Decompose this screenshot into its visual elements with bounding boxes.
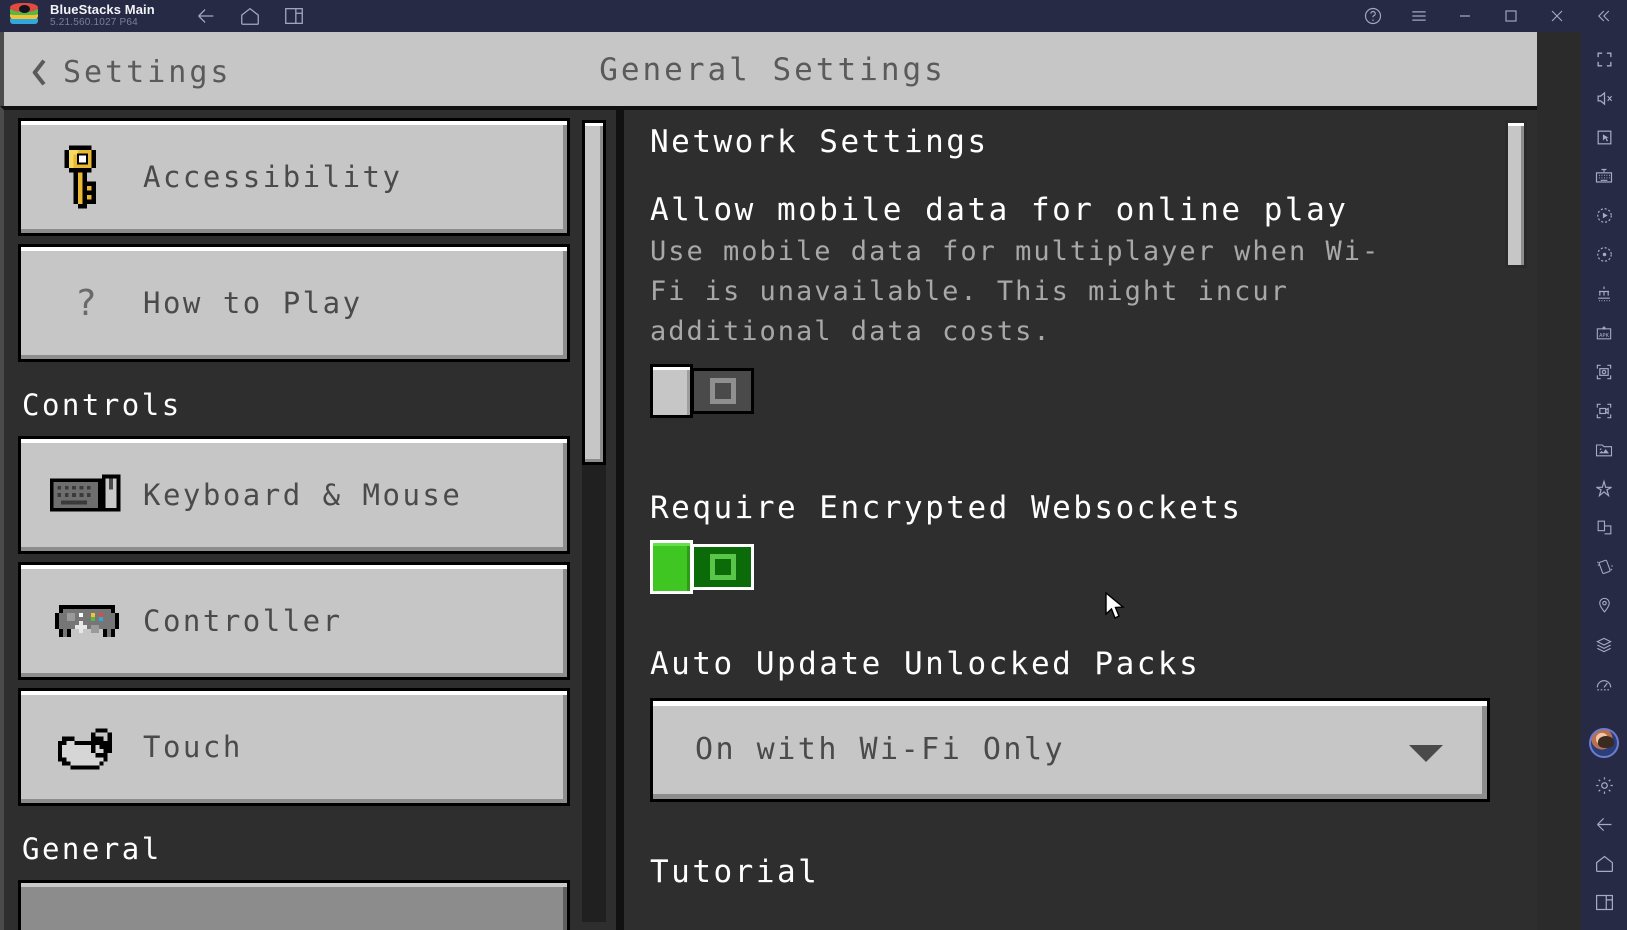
sidebar-scrollbar-thumb[interactable] [582,120,606,465]
page-title: General Settings [599,52,946,88]
eco-mode-icon[interactable] [1581,469,1627,508]
home-icon[interactable] [1581,844,1627,883]
sidebar-section-controls-heading: Controls [22,388,182,422]
toggle-allow-mobile-data[interactable] [650,363,754,418]
general-icon [39,896,135,930]
minimize-icon[interactable] [1455,6,1475,26]
video-record-icon[interactable] [1581,391,1627,430]
setting-description: Use mobile data for multiplayer when Wi-… [650,236,1381,347]
cursor-icon[interactable] [1581,118,1627,157]
close-icon[interactable] [1547,6,1567,26]
sidebar-item-label: Controller [143,604,343,638]
bluestacks-titlebar: BlueStacks Main 5.21.560.1027 P64 [0,0,1627,32]
titlebar-nav-group [195,5,305,27]
sidebar-item-general[interactable] [18,880,570,930]
toggle-knob [650,539,694,594]
settings-sidebar: Accessibility ? How to Play Controls Key… [0,106,620,930]
sidebar-item-how-to-play[interactable]: ? How to Play [18,244,570,362]
performance-icon[interactable] [1581,664,1627,703]
toggle-require-encrypted-websockets[interactable] [650,539,754,594]
fullscreen-icon[interactable] [1581,40,1627,79]
settings-gear-icon[interactable] [1581,766,1627,805]
sidebar-item-touch[interactable]: Touch [18,688,570,806]
sidebar-item-label: Touch [143,730,243,764]
mute-icon[interactable] [1581,79,1627,118]
sidebar-item-accessibility[interactable]: Accessibility [18,118,570,236]
titlebar-window-controls [1363,0,1619,32]
macro-icon[interactable] [1581,196,1627,235]
settings-content-list: Network Settings Allow mobile data for o… [624,110,1501,922]
media-manager-icon[interactable] [1581,430,1627,469]
help-icon[interactable] [1363,6,1383,26]
titlebar-text-block: BlueStacks Main 5.21.560.1027 P64 [50,3,155,28]
setting-title: Require Encrypted Websockets [650,489,1243,526]
question-mark-icon: ? [75,282,99,324]
game-controls-icon[interactable] [1581,274,1627,313]
content-section-title: Network Settings [650,124,989,160]
bluestacks-sidebar-toolbar: APK [1581,32,1627,930]
sidebar-item-controller[interactable]: Controller [18,562,570,680]
avatar[interactable] [1589,728,1619,758]
instance-manager-icon[interactable] [1581,625,1627,664]
install-apk-icon[interactable]: APK [1581,313,1627,352]
settings-sidebar-list: Accessibility ? How to Play Controls Key… [4,110,588,930]
settings-body: Accessibility ? How to Play Controls Key… [0,106,1537,930]
location-icon[interactable] [1581,586,1627,625]
collapse-icon[interactable] [1593,6,1613,26]
minecraft-header-bar: Settings General Settings [0,32,1537,106]
version-label: 5.21.560.1027 P64 [50,17,138,29]
back-icon[interactable] [1581,805,1627,844]
dropdown-auto-update-unlocked-packs[interactable]: On with Wi-Fi Only [650,697,1490,802]
keyboard-controls-icon[interactable] [1581,157,1627,196]
recents-icon[interactable] [1581,883,1627,922]
emulator-viewport: Settings General Settings Accessibility … [0,32,1537,930]
setting-auto-update-unlocked-packs: Auto Update Unlocked Packs On with Wi-Fi… [650,645,1490,802]
multi-instance-icon[interactable] [1581,508,1627,547]
menu-icon[interactable] [1409,6,1429,26]
maximize-icon[interactable] [1501,6,1521,26]
sidebar-item-label: Keyboard & Mouse [143,478,463,512]
toggle-track [691,367,754,414]
back-icon[interactable] [195,5,217,27]
toggle-track [691,543,754,590]
sidebar-item-label: Accessibility [143,160,403,194]
setting-title: Allow mobile data for online play [650,192,1349,228]
setting-title: Auto Update Unlocked Packs [650,645,1201,682]
toggle-square-icon [709,553,736,580]
bluestacks-logo-icon [10,3,40,29]
key-icon [39,134,135,220]
sidebar-scrollbar-track[interactable] [582,120,606,922]
svg-text:APK: APK [1599,332,1610,338]
gamepad-icon [39,578,135,664]
setting-allow-mobile-data: Allow mobile data for online play Use mo… [650,192,1461,418]
sidebar-item-keyboard-mouse[interactable]: Keyboard & Mouse [18,436,570,554]
settings-content-panel: Network Settings Allow mobile data for o… [620,106,1537,930]
keyboard-mouse-icon [39,452,135,538]
content-scrollbar-track[interactable] [1505,120,1527,920]
dropdown-selected-value: On with Wi-Fi Only [695,732,1066,768]
toggle-square-icon [709,377,736,404]
sidebar-section-general-heading: General [22,832,162,866]
content-scrollbar-thumb[interactable] [1505,120,1527,268]
recents-icon[interactable] [283,5,305,27]
record-macro-icon[interactable] [1581,235,1627,274]
setting-require-encrypted-websockets: Require Encrypted Websockets [650,490,1461,594]
chevron-down-icon [1409,744,1443,762]
content-next-section-title: Tutorial [650,853,820,890]
instance-name: BlueStacks Main [50,2,155,18]
toggle-knob [650,363,694,418]
touch-hand-icon [39,704,135,790]
shake-icon[interactable] [1581,547,1627,586]
screenshot-icon[interactable] [1581,352,1627,391]
sidebar-item-label: How to Play [143,286,363,320]
home-icon[interactable] [239,5,261,27]
emulator-right-gap [1537,32,1581,930]
